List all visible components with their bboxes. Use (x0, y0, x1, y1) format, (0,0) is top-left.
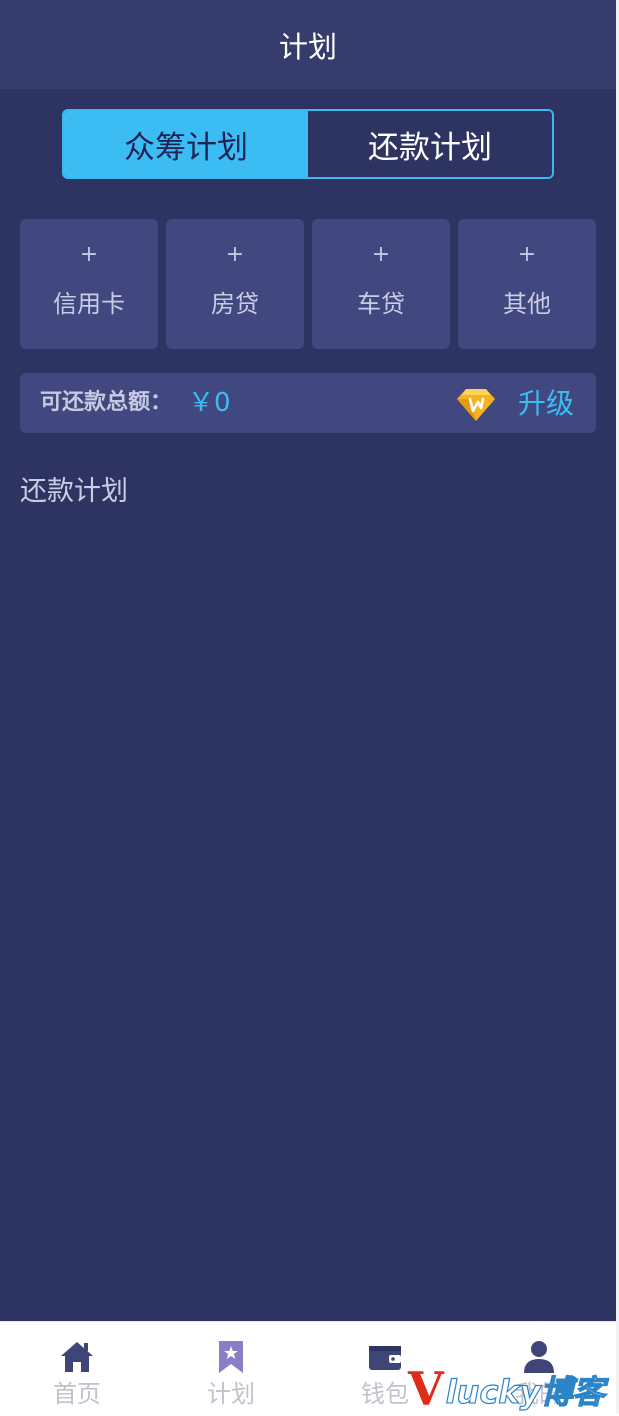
app-screen: 计划 众筹计划 还款计划 + 信用卡 + 房贷 + 车贷 + 其他 可还款总额：… (0, 0, 616, 1414)
plus-icon: + (79, 242, 99, 267)
plus-icon: + (517, 242, 537, 267)
tabbar-label: 计划 (207, 1380, 255, 1408)
tabbar-label: 钱包 (361, 1380, 409, 1408)
tab-label: 还款计划 (368, 129, 492, 166)
tabbar-label: 首页 (53, 1380, 101, 1408)
plan-type-tabs: 众筹计划 还款计划 (62, 109, 554, 179)
add-car-loan-button[interactable]: + 车贷 (312, 219, 450, 349)
home-icon (61, 1342, 93, 1372)
page-title: 计划 (278, 29, 337, 64)
watermark-text: lucky博客 (445, 1372, 605, 1411)
repayable-total-value: ￥0 (188, 388, 231, 418)
plus-icon: + (225, 242, 245, 267)
vip-diamond-icon (457, 389, 495, 421)
top-bar: 计划 (0, 0, 616, 89)
add-mortgage-button[interactable]: + 房贷 (166, 219, 304, 349)
add-credit-card-button[interactable]: + 信用卡 (20, 219, 158, 349)
section-title: 还款计划 (20, 476, 128, 507)
card-label: 信用卡 (53, 290, 125, 318)
card-label: 房贷 (211, 290, 259, 318)
tab-label: 众筹计划 (124, 129, 248, 166)
wallet-icon (369, 1346, 401, 1370)
watermark-logo: V lucky博客 (408, 1362, 605, 1412)
tab-repayment-plan[interactable]: 还款计划 (308, 111, 552, 177)
tab-crowdfunding-plan[interactable]: 众筹计划 (64, 111, 308, 177)
tabbar-item-home[interactable]: 首页 (0, 1322, 154, 1415)
tabbar-item-plan[interactable]: 计划 (154, 1322, 308, 1415)
loan-type-cards: + 信用卡 + 房贷 + 车贷 + 其他 (20, 219, 596, 349)
bookmark-star-icon (219, 1341, 243, 1373)
watermark-v: V (408, 1362, 444, 1416)
repayable-total-label: 可还款总额： (40, 390, 173, 415)
repayable-total-bar: 可还款总额： ￥0 升级 (20, 373, 596, 433)
add-other-button[interactable]: + 其他 (458, 219, 596, 349)
upgrade-link[interactable]: 升级 (518, 373, 574, 433)
card-label: 其他 (503, 290, 551, 318)
card-label: 车贷 (357, 290, 405, 318)
plus-icon: + (371, 242, 391, 267)
